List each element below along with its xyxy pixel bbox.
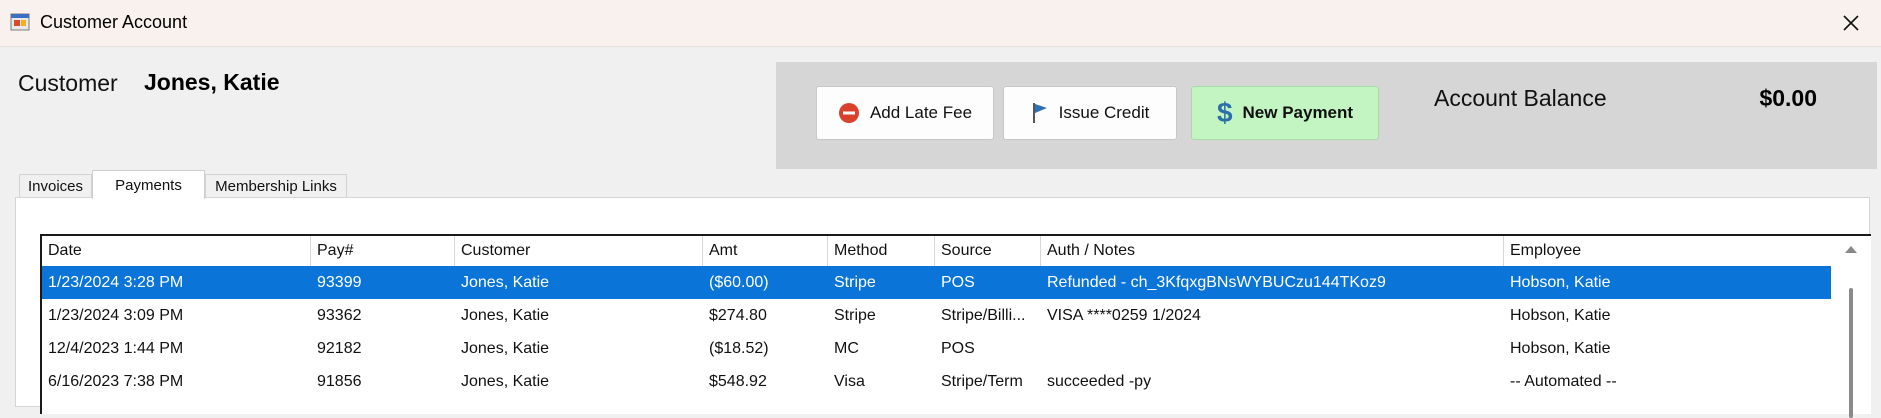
cell-pay: 93362	[317, 306, 362, 324]
action-panel: Add Late Fee Issue Credit $ New Payment …	[776, 62, 1877, 169]
issue-credit-label: Issue Credit	[1058, 103, 1150, 122]
dollar-icon: $	[1216, 97, 1233, 128]
cell-notes: Refunded - ch_3KfqxgBNsWYBUCzu144TKoz9	[1047, 273, 1386, 291]
tab-invoices[interactable]: Invoices	[19, 174, 92, 198]
add-late-fee-label: Add Late Fee	[869, 103, 973, 122]
account-balance-label: Account Balance	[1434, 85, 1607, 111]
title-bar: Customer Account	[0, 0, 1881, 47]
close-button[interactable]	[1821, 0, 1881, 46]
add-late-fee-button[interactable]: Add Late Fee	[816, 86, 994, 140]
cell-method: Stripe	[834, 273, 876, 291]
tab-payments[interactable]: Payments	[92, 170, 205, 199]
cell-pay: 93399	[317, 273, 362, 291]
windows-form-icon	[10, 12, 30, 32]
cell-source: Stripe/Billi...	[941, 306, 1026, 324]
account-balance-value: $0.00	[1759, 85, 1817, 111]
cell-notes	[1041, 332, 1504, 365]
cell-method: MC	[834, 339, 859, 357]
cell-pay: 91856	[317, 372, 362, 390]
table-row[interactable]: 1/23/2024 3:09 PM 93362 Jones, Katie $274.8…	[42, 299, 1833, 332]
cell-date: 12/4/2023 1:44 PM	[48, 339, 184, 357]
cell-customer: Jones, Katie	[461, 372, 550, 390]
column-header-date[interactable]: Date	[42, 236, 311, 266]
scroll-up-icon[interactable]	[1845, 246, 1857, 253]
column-header-method[interactable]: Method	[828, 236, 935, 266]
cell-amt: ($60.00)	[709, 273, 769, 291]
vertical-scrollbar[interactable]	[1831, 236, 1871, 418]
close-icon	[1843, 15, 1859, 31]
cell-source: Stripe/Term	[941, 372, 1023, 390]
new-payment-label: New Payment	[1242, 103, 1354, 122]
cell-method: Visa	[834, 372, 865, 390]
cell-date: 6/16/2023 7:38 PM	[48, 372, 184, 390]
grid-header: Date Pay# Customer Amt Method Source Aut…	[42, 236, 1833, 267]
issue-credit-button[interactable]: Issue Credit	[1003, 86, 1177, 140]
scrollbar-thumb[interactable]	[1849, 288, 1853, 418]
column-header-amt[interactable]: Amt	[703, 236, 828, 266]
cell-method: Stripe	[834, 306, 876, 324]
cell-notes: succeeded -py	[1047, 372, 1152, 390]
table-row[interactable]: 12/4/2023 1:44 PM 92182 Jones, Katie ($18.5…	[42, 332, 1833, 365]
column-header-source[interactable]: Source	[935, 236, 1041, 266]
minus-circle-icon	[838, 102, 860, 124]
column-header-pay[interactable]: Pay#	[311, 236, 455, 266]
window-title: Customer Account	[40, 12, 188, 32]
table-row[interactable]: 6/16/2023 7:38 PM 91856 Jones, Katie $548.9…	[42, 365, 1833, 398]
cell-date: 1/23/2024 3:28 PM	[48, 273, 184, 291]
cell-date: 1/23/2024 3:09 PM	[48, 306, 184, 324]
cell-pay: 92182	[317, 339, 362, 357]
payments-grid[interactable]: Date Pay# Customer Amt Method Source Aut…	[40, 234, 1871, 418]
cell-employee: -- Automated --	[1510, 372, 1617, 390]
payments-tab-page: Date Pay# Customer Amt Method Source Aut…	[15, 197, 1871, 418]
customer-label: Customer	[18, 70, 118, 96]
cell-customer: Jones, Katie	[461, 339, 550, 357]
cell-source: POS	[941, 339, 975, 357]
cell-amt: ($18.52)	[709, 339, 769, 357]
cell-employee: Hobson, Katie	[1510, 273, 1611, 291]
tab-membership-links[interactable]: Membership Links	[205, 174, 347, 198]
cell-employee: Hobson, Katie	[1510, 339, 1611, 357]
flag-icon	[1031, 102, 1049, 124]
column-header-customer[interactable]: Customer	[455, 236, 703, 266]
cell-notes: VISA ****0259 1/2024	[1047, 306, 1201, 324]
customer-name: Jones, Katie	[144, 69, 280, 95]
cell-customer: Jones, Katie	[461, 306, 550, 324]
cell-amt: $548.92	[709, 372, 767, 390]
column-header-employee[interactable]: Employee	[1504, 236, 1833, 266]
cell-source: POS	[941, 273, 975, 291]
table-row[interactable]: 1/23/2024 3:28 PM 93399 Jones, Katie ($60.0…	[42, 266, 1833, 299]
column-header-auth-notes[interactable]: Auth / Notes	[1041, 236, 1504, 266]
cell-employee: Hobson, Katie	[1510, 306, 1611, 324]
new-payment-button[interactable]: $ New Payment	[1191, 86, 1379, 140]
cell-customer: Jones, Katie	[461, 273, 550, 291]
cell-amt: $274.80	[709, 306, 767, 324]
